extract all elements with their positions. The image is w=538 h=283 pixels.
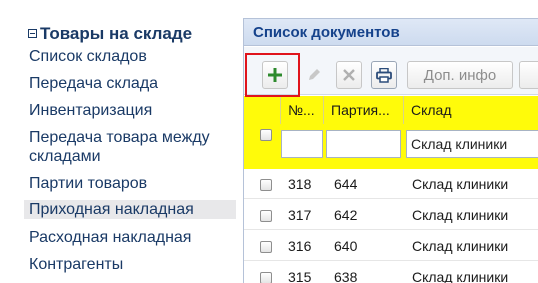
column-header-number[interactable]: №... (281, 96, 324, 124)
cell-batch: 638 (334, 269, 358, 283)
grid-header: №... Партия... Склад Склад клиники (244, 96, 538, 169)
nav-item-warehouse-list[interactable]: Список складов (24, 47, 236, 66)
cell-batch: 642 (334, 207, 358, 223)
table-row[interactable]: 318 644 Склад клиники (244, 169, 538, 199)
delete-button[interactable] (336, 61, 362, 89)
pencil-icon (309, 69, 320, 80)
cell-number: 316 (288, 238, 312, 254)
left-navigation: Товары на складе Список складов Передача… (0, 0, 241, 283)
row-checkbox[interactable] (260, 272, 272, 283)
documents-panel: Список документов Доп. инфо №... Партия.… (243, 18, 538, 283)
cell-warehouse: Склад клиники (412, 269, 509, 283)
cell-batch: 644 (334, 176, 358, 192)
table-row[interactable]: 317 642 Склад клиники (244, 200, 538, 230)
nav-item-incoming-invoice[interactable]: Приходная накладная (24, 200, 236, 219)
column-header-select (244, 96, 281, 124)
nav-item-counterparties[interactable]: Контрагенты (24, 255, 236, 274)
cell-batch: 640 (334, 238, 358, 254)
row-checkbox[interactable] (260, 179, 272, 191)
nav-section-title[interactable]: Товары на складе (28, 24, 192, 44)
nav-item-inventory[interactable]: Инвентаризация (24, 101, 236, 120)
extra-info-button[interactable]: Доп. инфо (407, 61, 513, 89)
column-header-warehouse[interactable]: Склад (404, 96, 538, 124)
nav-item-outgoing-invoice[interactable]: Расходная накладная (24, 228, 236, 247)
printer-icon (376, 67, 392, 83)
panel-title: Список документов (253, 24, 400, 41)
close-icon (343, 69, 355, 81)
nav-item-warehouse-transfer[interactable]: Передача склада (24, 74, 236, 93)
filter-number-input[interactable] (281, 130, 323, 158)
toolbar: Доп. инфо (244, 47, 538, 95)
add-button[interactable] (262, 61, 288, 89)
table-row[interactable]: 316 640 Склад клиники (244, 231, 538, 261)
cell-warehouse: Склад клиники (412, 207, 509, 223)
row-checkbox[interactable] (260, 210, 272, 222)
nav-item-goods-transfer[interactable]: Передача товара между складами (24, 128, 236, 166)
toolbar-overflow-button[interactable] (519, 61, 538, 89)
column-header-batch[interactable]: Партия... (324, 96, 404, 124)
table-row[interactable]: 315 638 Склад клиники (244, 262, 538, 283)
nav-section-title-text: Товары на складе (40, 24, 193, 43)
row-checkbox[interactable] (260, 241, 272, 253)
cell-warehouse: Склад клиники (412, 238, 509, 254)
documents-grid: №... Партия... Склад Склад клиники 318 6… (244, 96, 538, 283)
cell-warehouse: Склад клиники (412, 176, 509, 192)
edit-button[interactable] (300, 61, 328, 89)
cell-number: 318 (288, 176, 312, 192)
filter-warehouse-input[interactable]: Склад клиники (406, 130, 538, 158)
plus-icon (268, 68, 282, 82)
filter-batch-input[interactable] (326, 130, 401, 158)
select-all-checkbox[interactable] (260, 129, 272, 141)
cell-number: 315 (288, 269, 312, 283)
nav-item-goods-batches[interactable]: Партии товаров (24, 174, 236, 193)
panel-header: Список документов (244, 19, 538, 46)
print-button[interactable] (371, 61, 397, 89)
cell-number: 317 (288, 207, 312, 223)
